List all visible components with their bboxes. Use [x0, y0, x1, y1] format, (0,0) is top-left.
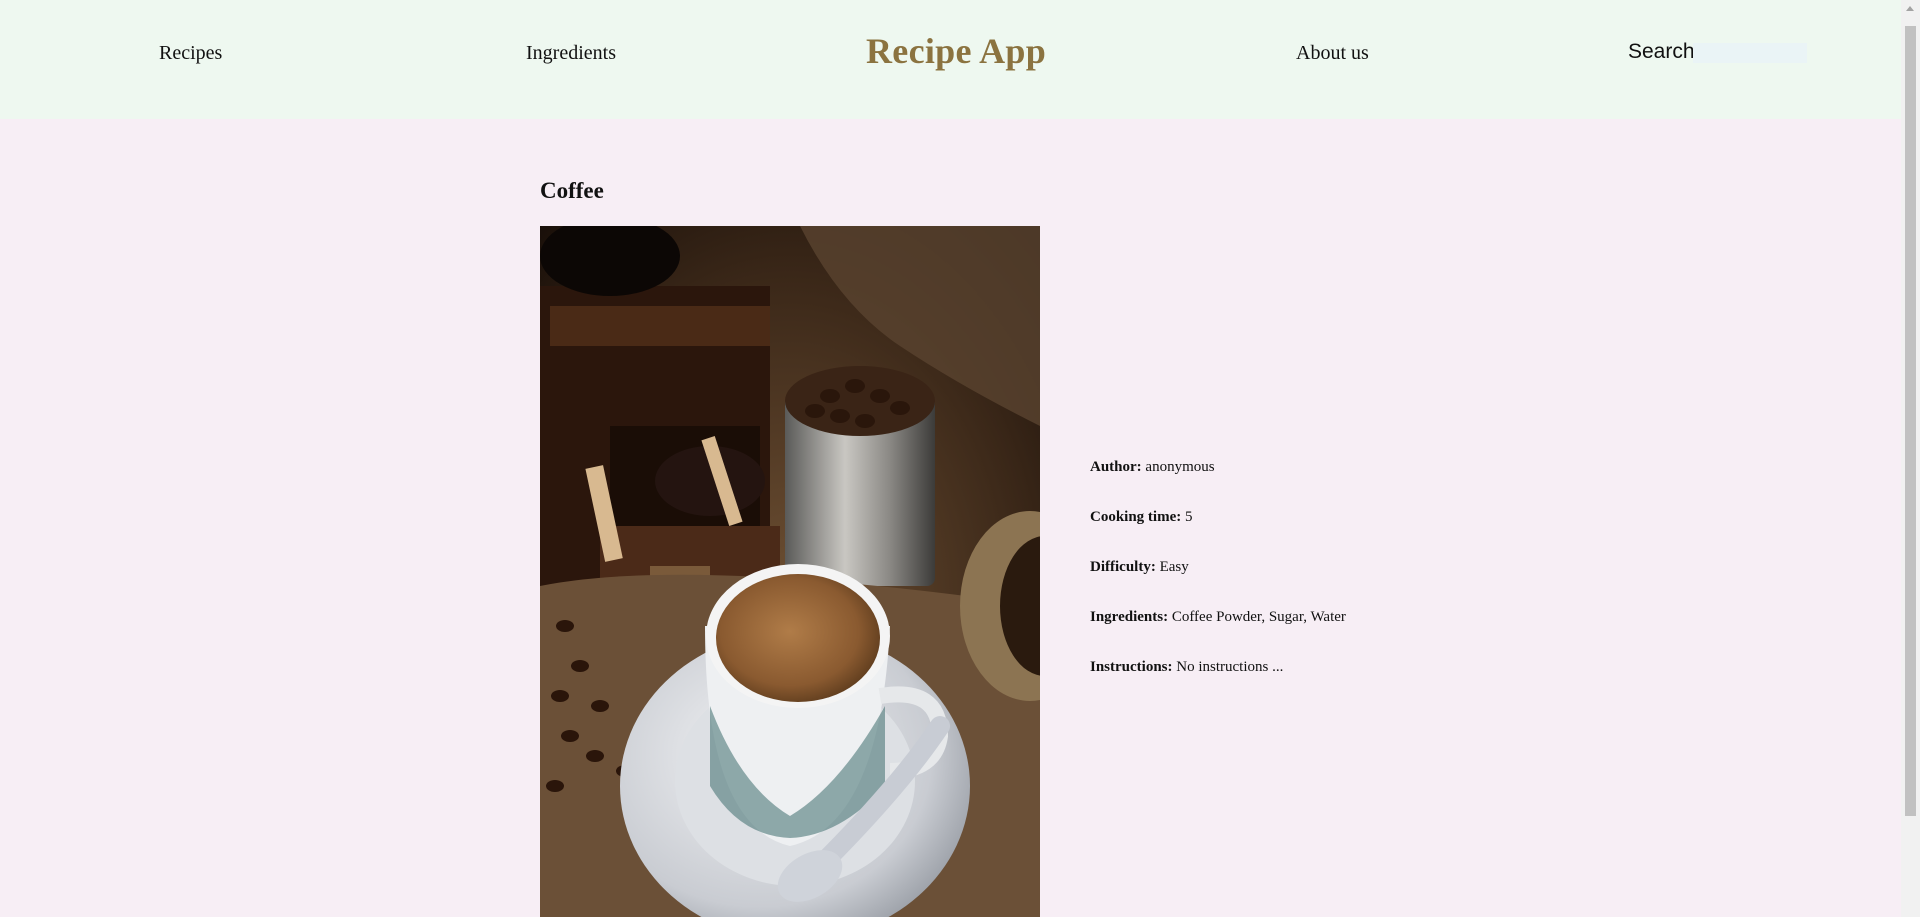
detail-value: 5: [1185, 509, 1193, 525]
detail-label: Ingredients:: [1090, 609, 1172, 625]
detail-value: No instructions ...: [1176, 659, 1284, 675]
page-scrollbar[interactable]: [1901, 0, 1920, 917]
search-label: Search: [1628, 40, 1695, 63]
detail-value: Easy: [1159, 559, 1189, 575]
detail-author: Author: anonymous: [1090, 459, 1346, 509]
recipe-photo: [540, 226, 1040, 917]
top-navigation-bar: Recipes Ingredients Recipe App About us …: [0, 0, 1901, 119]
search-input[interactable]: [1693, 43, 1807, 63]
detail-label: Difficulty:: [1090, 559, 1160, 575]
detail-label: Cooking time:: [1090, 509, 1185, 525]
nav-link-about-us[interactable]: About us: [1296, 42, 1369, 65]
detail-value: Coffee Powder, Sugar, Water: [1171, 609, 1346, 625]
recipe-details: Author: anonymous Cooking time: 5 Diffic…: [1090, 459, 1346, 709]
scrollbar-thumb[interactable]: [1905, 26, 1916, 816]
nav-link-recipes[interactable]: Recipes: [159, 42, 222, 65]
coffee-photo-illustration: [540, 226, 1040, 917]
nav-link-ingredients[interactable]: Ingredients: [526, 42, 616, 65]
detail-label: Instructions:: [1090, 659, 1177, 675]
detail-cooking-time: Cooking time: 5: [1090, 509, 1346, 559]
detail-difficulty: Difficulty: Easy: [1090, 559, 1346, 609]
detail-label: Author:: [1090, 459, 1146, 475]
detail-ingredients: Ingredients: Coffee Powder, Sugar, Water: [1090, 609, 1346, 659]
scroll-up-arrow-icon[interactable]: [1906, 6, 1914, 11]
recipe-title: Coffee: [540, 178, 604, 203]
detail-instructions: Instructions: No instructions ...: [1090, 659, 1346, 709]
app-logo-title[interactable]: Recipe App: [866, 30, 1046, 72]
detail-value: anonymous: [1145, 459, 1215, 475]
